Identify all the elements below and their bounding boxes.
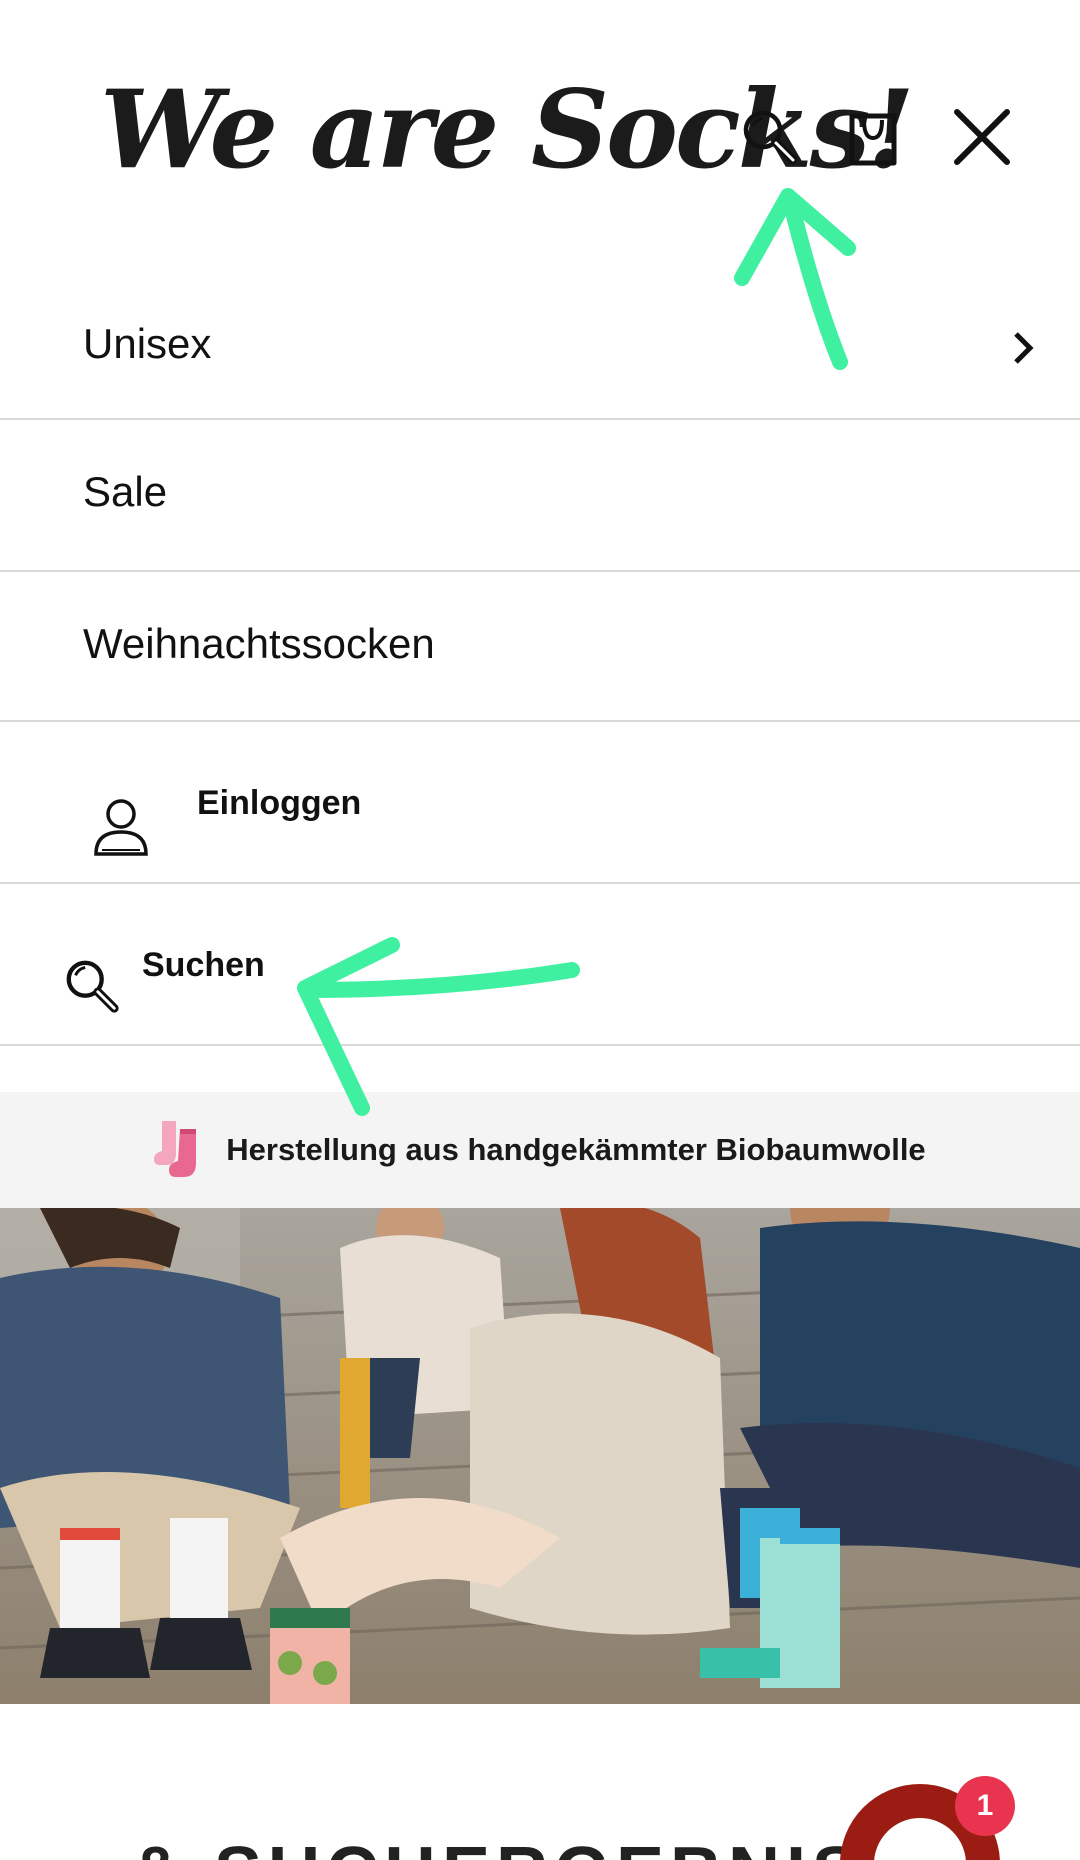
close-menu-button[interactable]	[945, 100, 1019, 174]
search-icon	[743, 110, 798, 165]
content-section: & SUCHERGEBNIS 1	[0, 1704, 1080, 1860]
section-title: & SUCHERGEBNIS	[130, 1832, 866, 1860]
hero-image	[0, 1208, 1080, 1704]
user-icon	[94, 799, 148, 856]
banner-text: Herstellung aus handgekämmter Biobaumwol…	[226, 1132, 926, 1167]
shopping-bag-icon	[849, 113, 897, 166]
close-icon	[954, 109, 1010, 165]
login-label: Einloggen	[197, 784, 362, 822]
notification-badge: 1	[955, 1776, 1015, 1836]
menu-item-unisex[interactable]: Unisex	[0, 270, 1080, 420]
search-item[interactable]: Suchen	[0, 884, 1080, 1046]
search-label: Suchen	[142, 946, 265, 984]
nav-menu: Unisex Sale Weihnachtssocken Einloggen S…	[0, 270, 1080, 1046]
usp-banner: Herstellung aus handgekämmter Biobaumwol…	[0, 1092, 1080, 1208]
menu-item-sale[interactable]: Sale	[0, 420, 1080, 572]
login-item[interactable]: Einloggen	[0, 722, 1080, 884]
header: We are Socks!	[0, 0, 1080, 240]
cart-button[interactable]	[836, 100, 910, 174]
chevron-right-icon	[1014, 332, 1034, 364]
menu-item-weihnachtssocken[interactable]: Weihnachtssocken	[0, 572, 1080, 722]
brand-logo[interactable]: We are Socks!	[100, 55, 915, 205]
menu-item-label: Weihnachtssocken	[83, 620, 435, 667]
socks-icon	[154, 1121, 197, 1177]
header-search-button[interactable]	[733, 100, 807, 174]
menu-item-label: Sale	[83, 468, 168, 515]
menu-item-label: Unisex	[83, 320, 212, 367]
search-icon	[66, 960, 119, 1013]
